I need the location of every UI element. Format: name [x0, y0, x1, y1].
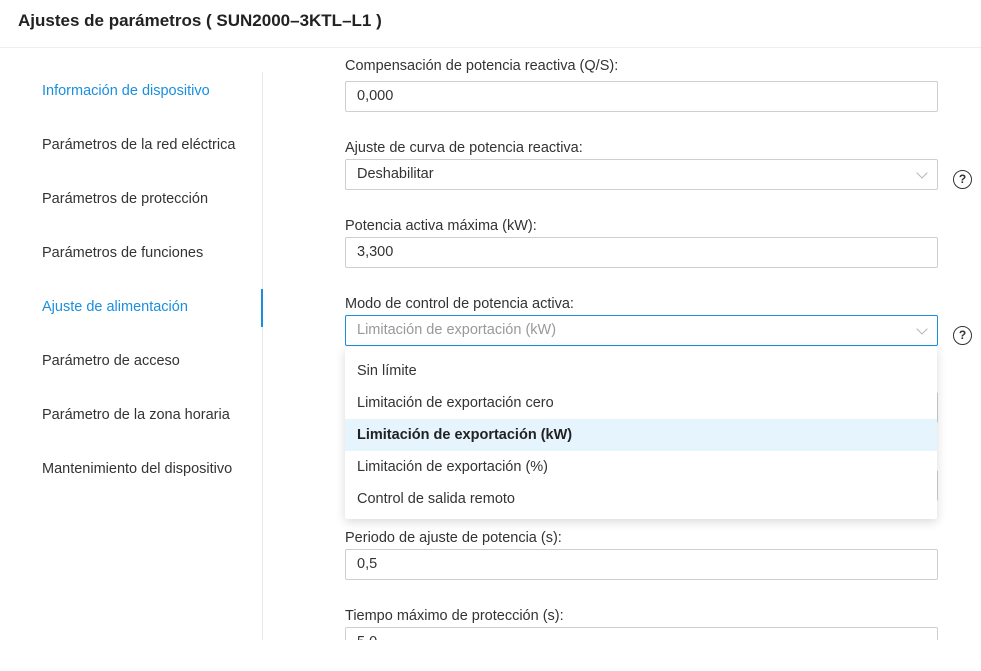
- sidebar-item-power-adjustment[interactable]: Ajuste de alimentación: [42, 299, 188, 315]
- help-icon[interactable]: ?: [953, 326, 972, 345]
- max-active-power-label: Potencia activa máxima (kW):: [345, 218, 537, 234]
- sidebar-item-time-zone[interactable]: Parámetro de la zona horaria: [42, 407, 230, 423]
- page-header: Ajustes de parámetros ( SUN2000–3KTL–L1 …: [0, 0, 981, 48]
- max-active-power-input[interactable]: 3,300: [345, 237, 938, 268]
- page-title: Ajustes de parámetros ( SUN2000–3KTL–L1 …: [18, 11, 382, 30]
- sidebar-item-device-maintenance[interactable]: Mantenimiento del dispositivo: [42, 461, 232, 477]
- reactive-curve-value: Deshabilitar: [357, 166, 434, 182]
- dropdown-option-selected[interactable]: Limitación de exportación (kW): [345, 419, 937, 451]
- settings-form: Compensación de potencia reactiva (Q/S):…: [263, 49, 981, 640]
- dropdown-option[interactable]: Limitación de exportación (%): [345, 451, 937, 483]
- sidebar-item-grid-parameters[interactable]: Parámetros de la red eléctrica: [42, 137, 235, 153]
- sidebar-item-protection-parameters[interactable]: Parámetros de protección: [42, 191, 208, 207]
- chevron-down-icon: [916, 167, 928, 179]
- reactive-curve-label: Ajuste de curva de potencia reactiva:: [345, 140, 583, 156]
- dropdown-option[interactable]: Limitación de exportación cero: [345, 387, 937, 419]
- sidebar-item-device-info[interactable]: Información de dispositivo: [42, 83, 210, 99]
- reactive-compensation-input[interactable]: 0,000: [345, 81, 938, 112]
- sidebar-item-access-parameter[interactable]: Parámetro de acceso: [42, 353, 180, 369]
- adjust-period-input[interactable]: 0,5: [345, 549, 938, 580]
- chevron-down-icon: [916, 323, 928, 335]
- help-icon[interactable]: ?: [953, 170, 972, 189]
- dropdown-option[interactable]: Control de salida remoto: [345, 483, 937, 515]
- dropdown-option[interactable]: Sin límite: [345, 355, 937, 387]
- sidebar-nav: Información de dispositivo Parámetros de…: [0, 72, 263, 640]
- max-protection-time-label: Tiempo máximo de protección (s):: [345, 608, 564, 624]
- active-power-mode-select[interactable]: Limitación de exportación (kW): [345, 315, 938, 346]
- max-protection-time-input[interactable]: 5,0: [345, 627, 938, 640]
- active-power-mode-value: Limitación de exportación (kW): [357, 322, 557, 338]
- sidebar-item-feature-parameters[interactable]: Parámetros de funciones: [42, 245, 203, 261]
- reactive-curve-select[interactable]: Deshabilitar: [345, 159, 938, 190]
- active-power-mode-dropdown: Sin límite Limitación de exportación cer…: [345, 347, 937, 519]
- adjust-period-label: Periodo de ajuste de potencia (s):: [345, 530, 562, 546]
- reactive-compensation-label: Compensación de potencia reactiva (Q/S):: [345, 58, 619, 74]
- active-power-mode-label: Modo de control de potencia activa:: [345, 296, 574, 312]
